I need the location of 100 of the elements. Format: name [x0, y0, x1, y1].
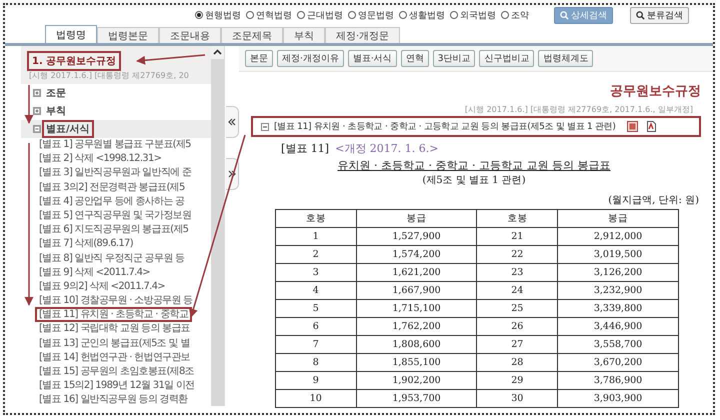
table-cell: 1	[276, 228, 356, 246]
table-cell: 2	[276, 246, 356, 264]
table-cell: 7	[276, 336, 356, 354]
table-cell: 6	[276, 318, 356, 336]
table-cell: 3,446,900	[558, 318, 678, 336]
document-file-icon[interactable]	[626, 121, 638, 132]
column-header: 호봉	[276, 210, 356, 228]
scope-radio[interactable]: 현행법령	[195, 8, 241, 22]
table-cell: 8	[276, 354, 356, 372]
annex-list-item[interactable]: [별표 4] 공안업무 등에 종사하는 공	[37, 196, 186, 207]
law-title-link[interactable]: 1. 공무원보수규정	[29, 53, 120, 69]
search-icon	[636, 10, 645, 20]
table-cell: 1,855,100	[356, 354, 477, 372]
table-cell: 3,019,500	[558, 246, 678, 264]
collapse-icon[interactable]	[261, 122, 269, 130]
annex-list-item[interactable]: [별표 12] 국립대학 교원 등의 봉급표	[37, 323, 192, 334]
toolbar-button[interactable]: 법령체계도	[538, 50, 594, 67]
annex-list-item[interactable]: [별표 7] 삭제(89.6.17)	[37, 238, 135, 250]
scope-radio[interactable]: 생활법령	[399, 8, 445, 22]
annex-list-item[interactable]: [별표 16] 일반직공무원 등의 경력환	[37, 394, 190, 406]
table-cell: 3,786,900	[558, 372, 678, 390]
annex-list-item[interactable]: [별표 2] 삭제 <1998.12.31>	[37, 153, 164, 164]
annex-list-item[interactable]: [별표 9] 삭제 <2011.7.4>	[37, 266, 152, 278]
scroll-up-icon[interactable]	[211, 46, 224, 59]
expand-icon[interactable]	[33, 89, 41, 97]
table-cell: 9	[276, 372, 356, 390]
scrollbar[interactable]	[211, 46, 224, 406]
tree-node[interactable]: 조문	[44, 86, 68, 100]
table-cell: 2,912,000	[558, 228, 678, 246]
table-cell: 1,621,200	[356, 264, 477, 282]
annex-list-item[interactable]: [별표 6] 지도직공무원의 봉급표(제5	[37, 224, 190, 236]
collapse-panel-button[interactable]	[226, 106, 238, 138]
table-cell: 21	[476, 228, 558, 246]
toolbar-button[interactable]: 본문	[245, 50, 273, 67]
toolbar-button[interactable]: 별표·서식	[348, 50, 397, 67]
annex-label: [별표 11]	[281, 141, 330, 156]
table-cell: 3,232,900	[558, 282, 678, 300]
annex-list-item[interactable]: [별표 3] 일반직공무원과 일반직에 준	[37, 167, 194, 178]
table-cell: 30	[476, 390, 558, 408]
scope-radio[interactable]: 외국법령	[450, 8, 496, 22]
annex-list-item[interactable]: [별표 8] 일반직 우정직군 공무원 등	[37, 252, 186, 264]
table-cell: 29	[476, 372, 558, 390]
expand-icon[interactable]	[33, 107, 41, 115]
toolbar-button[interactable]: 신구법비교	[479, 50, 534, 67]
annex-list-item[interactable]: [별표 3의2] 전문경력관 봉급표(제5	[37, 182, 187, 193]
table-cell: 1,902,200	[356, 372, 477, 390]
scope-radio[interactable]: 조약	[501, 8, 529, 22]
pdf-file-icon[interactable]	[646, 121, 657, 132]
annex-list-item[interactable]: [별표 11] 유치원 · 초등학교 · 중학교	[37, 309, 190, 320]
toolbar-button[interactable]: 3단비교	[432, 50, 476, 67]
law-title: 공무원보수규정	[610, 83, 701, 100]
table-cell: 1,527,900	[356, 228, 477, 246]
collapse-icon[interactable]	[33, 125, 41, 133]
revision-note: <개정 2017. 1. 6.>	[335, 141, 438, 156]
table-cell: 3,670,200	[558, 354, 678, 372]
table-cell: 5	[276, 300, 356, 318]
scope-radio[interactable]: 영문법령	[348, 8, 394, 22]
annotation-arrow	[136, 54, 206, 65]
table-cell: 10	[276, 390, 356, 408]
scope-radio[interactable]: 연혁법령	[246, 8, 292, 22]
column-header: 봉급	[356, 210, 477, 228]
table-cell: 26	[476, 318, 558, 336]
table-cell: 24	[476, 282, 558, 300]
law-enforcement-text: [시행 2017.1.6.] [대통령령 제27769호, 20	[29, 70, 190, 81]
search-tab[interactable]: 조문내용	[159, 27, 221, 43]
column-header: 호봉	[476, 210, 558, 228]
tree-node[interactable]: 부칙	[44, 104, 68, 118]
annex-list-item[interactable]: [별표 15] 공무원의 초임호봉표(제8조	[37, 366, 196, 377]
annex-list-item[interactable]: [별표 5] 연구직공무원 및 국가정보원	[37, 210, 194, 221]
search-tab[interactable]: 제정·개정문	[325, 27, 400, 43]
unit-note: (월지급액, 단위: 원)	[608, 194, 699, 207]
double-chevron-right-icon	[226, 168, 236, 180]
table-cell: 3,339,800	[558, 300, 678, 318]
search-icon	[560, 10, 569, 20]
table-cell: 23	[476, 264, 558, 282]
search-tab[interactable]: 조문제목	[221, 27, 283, 43]
table-cell: 1,574,200	[356, 246, 477, 264]
table-cell: 3,126,200	[558, 264, 678, 282]
search-tab[interactable]: 법령명	[45, 25, 97, 43]
annotation-arrow	[24, 85, 34, 124]
table-cell: 4	[276, 282, 356, 300]
table-cell: 28	[476, 354, 558, 372]
annex-list-item[interactable]: [별표 9의2] 삭제 <2011.7.4>	[37, 280, 167, 292]
search-tab[interactable]: 부칙	[283, 27, 325, 43]
annex-list-item[interactable]: [별표 13] 군인의 봉급표(제5조 및 별	[37, 338, 192, 349]
search-tab[interactable]: 법령본문	[97, 27, 159, 43]
table-cell: 1,953,700	[356, 390, 477, 408]
table-cell: 3	[276, 264, 356, 282]
enforcement-info: [시행 2017.1.6.] [대통령령 제27769호, 2017.1.6., 일부개정]	[464, 104, 693, 115]
annex-header-title: [별표 11] 유치원 · 초등학교 · 중학교 · 고등학교 교원 등의 봉급표(제5조 및 별표 1 관련)	[274, 121, 616, 133]
annex-list-item[interactable]: [별표 15의2] 1989년 12월 31일 이전	[37, 380, 196, 392]
tree-node[interactable]: 별표/서식	[44, 122, 92, 136]
annex-list-item[interactable]: [별표 10] 경찰공무원 · 소방공무원 등	[37, 295, 194, 306]
annex-list-item[interactable]: [별표 14] 헌법연구관 · 헌법연구관보	[37, 352, 192, 363]
category-search-button[interactable]: 분류검색	[630, 6, 689, 24]
column-header: 봉급	[558, 210, 678, 228]
toolbar-button[interactable]: 연혁	[400, 50, 429, 67]
scope-radio[interactable]: 근대법령	[297, 8, 343, 22]
annex-list-item[interactable]: [별표 1] 공무원별 봉급표 구분표(제5	[37, 139, 193, 150]
toolbar-button[interactable]: 제정·개정이유	[277, 50, 344, 67]
